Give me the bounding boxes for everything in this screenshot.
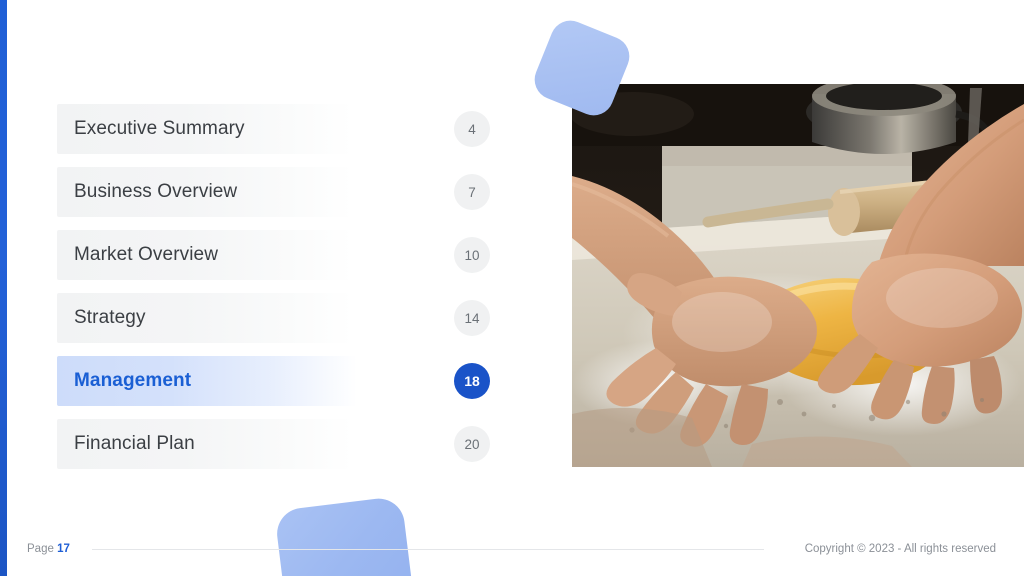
hero-photo xyxy=(572,84,1024,467)
footer-divider xyxy=(92,549,764,550)
page-number: 17 xyxy=(57,543,70,555)
toc-item-strategy[interactable]: Strategy 14 xyxy=(57,293,490,343)
toc-item-label: Management xyxy=(74,370,192,391)
table-of-contents: Executive Summary 4 Business Overview 7 … xyxy=(57,104,490,469)
toc-item-financial-plan[interactable]: Financial Plan 20 xyxy=(57,419,490,469)
slide-footer: Page 17 Copyright © 2023 - All rights re… xyxy=(0,538,1024,560)
photo-illustration xyxy=(572,84,1024,467)
toc-item-page-badge: 14 xyxy=(454,300,490,336)
decoration-rounded-square-bottom xyxy=(274,495,416,576)
toc-item-page-badge: 18 xyxy=(454,363,490,399)
copyright-text: Copyright © 2023 - All rights reserved xyxy=(804,543,996,555)
toc-item-label: Strategy xyxy=(74,307,146,328)
page-indicator: Page 17 xyxy=(27,543,70,555)
slide: Executive Summary 4 Business Overview 7 … xyxy=(0,0,1024,576)
left-accent-bar xyxy=(0,0,7,576)
toc-item-page-badge: 4 xyxy=(454,111,490,147)
toc-item-label: Financial Plan xyxy=(74,433,195,454)
page-label: Page xyxy=(27,543,54,555)
toc-item-executive-summary[interactable]: Executive Summary 4 xyxy=(57,104,490,154)
toc-item-label: Executive Summary xyxy=(74,118,245,139)
toc-item-business-overview[interactable]: Business Overview 7 xyxy=(57,167,490,217)
toc-item-label: Business Overview xyxy=(74,181,238,202)
toc-item-page-badge: 20 xyxy=(454,426,490,462)
toc-item-label: Market Overview xyxy=(74,244,219,265)
kneading-dough-image xyxy=(572,84,1024,467)
toc-item-page-badge: 10 xyxy=(454,237,490,273)
toc-item-management[interactable]: Management 18 xyxy=(57,356,490,406)
toc-item-market-overview[interactable]: Market Overview 10 xyxy=(57,230,490,280)
toc-item-page-badge: 7 xyxy=(454,174,490,210)
